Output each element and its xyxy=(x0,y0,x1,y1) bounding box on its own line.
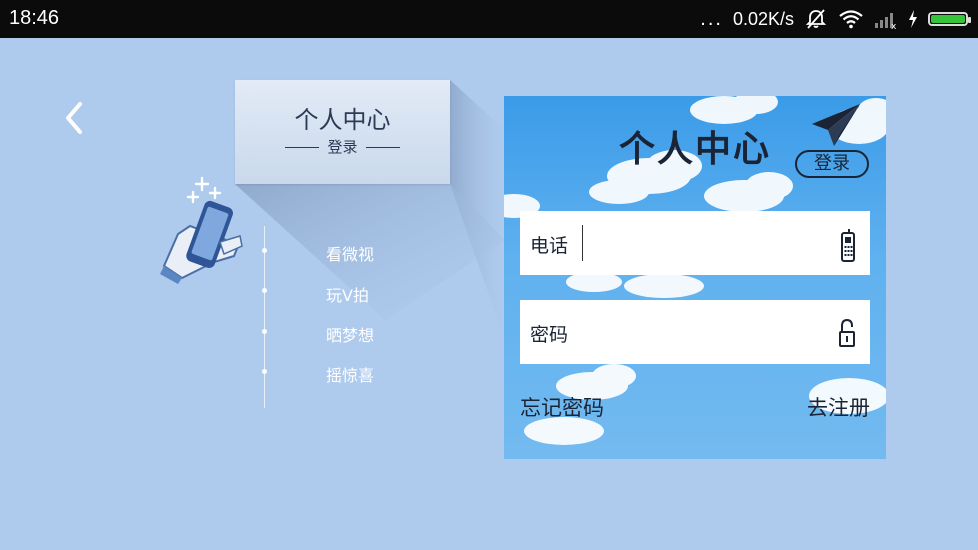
menu-timeline xyxy=(264,226,265,408)
wifi-icon xyxy=(839,10,863,29)
menu-item-share-dream[interactable]: 晒梦想 xyxy=(326,322,374,346)
status-bar: 18:46 ... 0.02K/s x xyxy=(0,0,978,38)
status-time: 18:46 xyxy=(9,7,60,29)
silent-icon xyxy=(805,9,827,29)
charging-icon xyxy=(909,10,917,28)
battery-level xyxy=(931,15,965,23)
svg-text:x: x xyxy=(891,22,897,29)
menu-item-play-vpai[interactable]: 玩V拍 xyxy=(326,282,369,306)
menu-item-watch-video[interactable]: 看微视 xyxy=(326,241,374,265)
paper-plane-icon xyxy=(812,104,860,146)
password-label: 密码 xyxy=(530,324,569,346)
menu-dot xyxy=(262,288,267,293)
login-card: 个人中心 登录 电话 密码 忘记密码 去注册 xyxy=(504,96,886,459)
tab-subtitle: 登录 xyxy=(235,136,450,157)
back-button[interactable] xyxy=(58,98,90,138)
status-icons: ... 0.02K/s x xyxy=(700,7,971,31)
forgot-password-link[interactable]: 忘记密码 xyxy=(520,392,604,422)
password-field[interactable]: 密码 xyxy=(520,300,870,364)
chevron-left-icon xyxy=(66,102,82,134)
menu-dot xyxy=(262,369,267,374)
menu-item-shake-surprise[interactable]: 摇惊喜 xyxy=(326,362,374,386)
tab-subtitle-text: 登录 xyxy=(327,138,358,156)
tab-title: 个人中心 xyxy=(294,106,391,134)
phone-input[interactable] xyxy=(582,225,822,261)
divider xyxy=(285,147,320,148)
login-button[interactable]: 登录 xyxy=(795,150,869,178)
menu-dot xyxy=(262,248,267,253)
divider xyxy=(365,147,400,148)
mobile-phone-icon xyxy=(841,229,855,262)
password-input[interactable] xyxy=(582,314,822,350)
notification-dots: ... xyxy=(700,8,723,30)
phone-field[interactable]: 电话 xyxy=(520,211,870,275)
personal-center-tab[interactable]: 个人中心 登录 xyxy=(235,80,450,184)
unlock-icon xyxy=(839,318,855,347)
signal-icon: x xyxy=(875,13,897,29)
battery-icon xyxy=(928,12,971,26)
hand-phone-icon xyxy=(160,176,243,284)
network-speed: 0.02K/s xyxy=(732,8,794,29)
register-link[interactable]: 去注册 xyxy=(807,392,870,422)
menu-dot xyxy=(262,329,267,334)
phone-label: 电话 xyxy=(530,235,569,257)
